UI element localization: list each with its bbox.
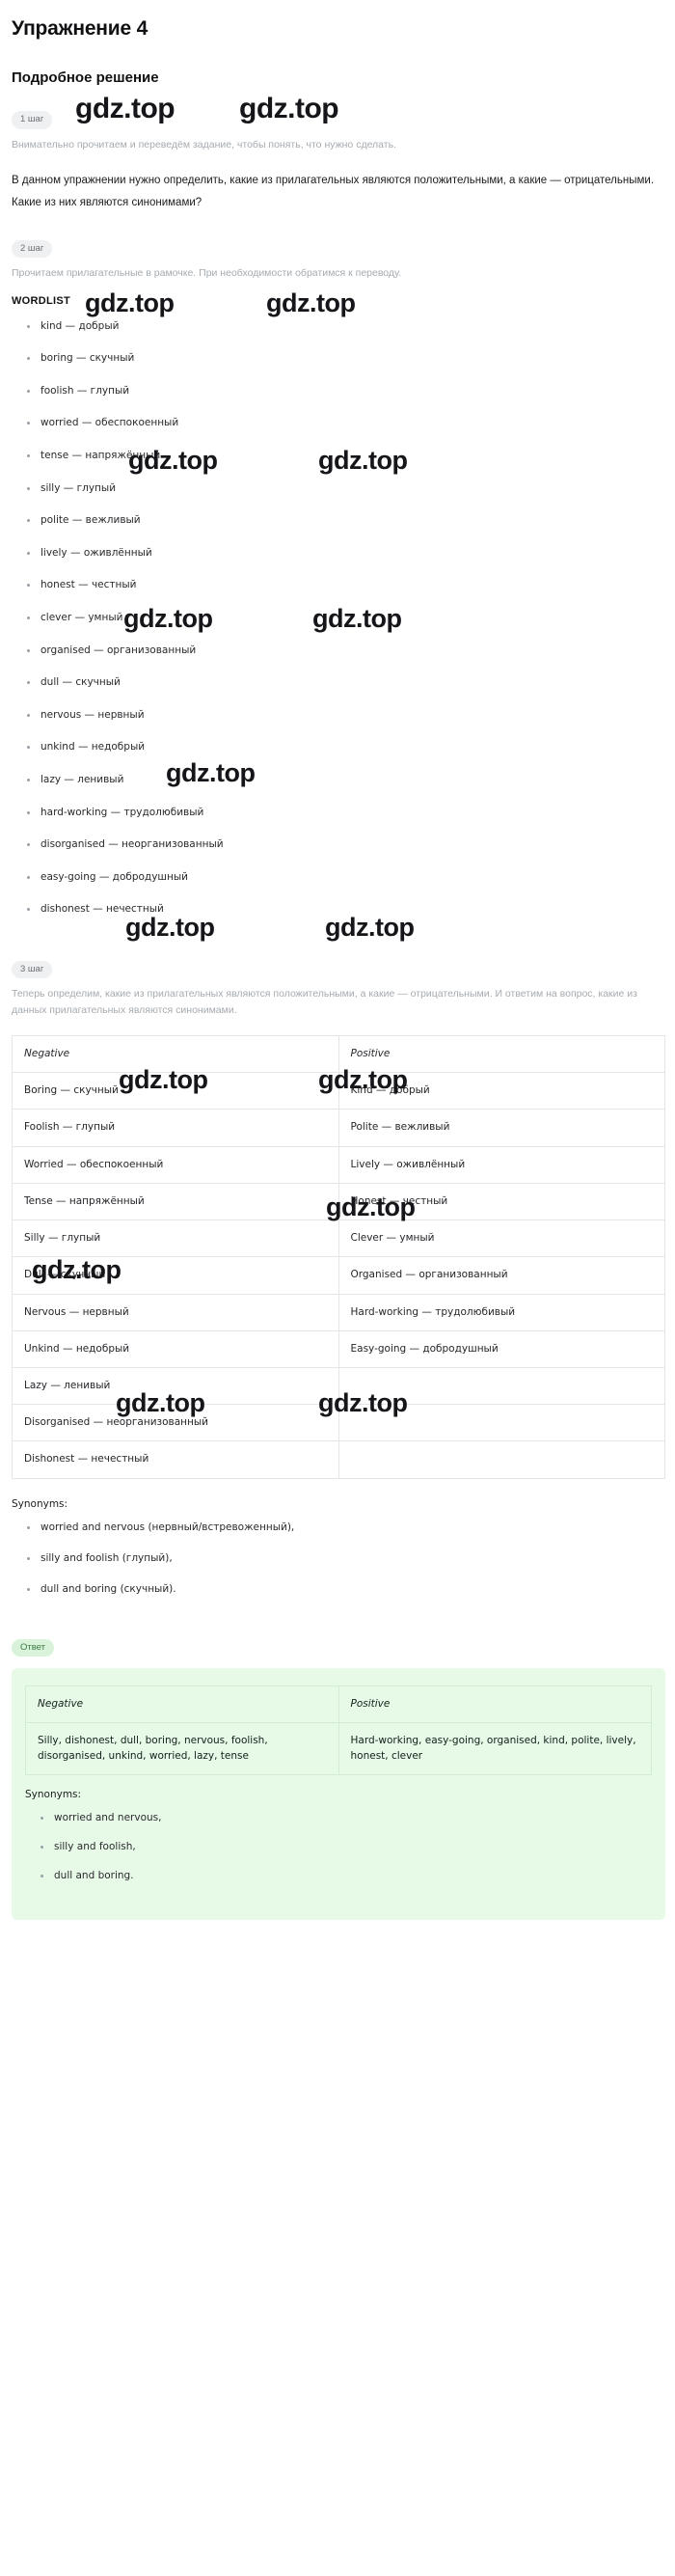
cell-negative: Disorganised — неорганизованный <box>12 1404 339 1442</box>
step-3-hint: Теперь определим, какие из прилагательны… <box>12 988 637 1016</box>
cell-negative: Worried — обеспокоенный <box>12 1145 339 1184</box>
answer-cell-negative: Silly, dishonest, dull, boring, nervous,… <box>25 1722 339 1775</box>
answer-badge: Ответ <box>12 1638 54 1658</box>
answer-table-row: Silly, dishonest, dull, boring, nervous,… <box>25 1722 652 1775</box>
wordlist-item: lazy — ленивый <box>12 774 665 786</box>
wordlist-item: foolish — глупый <box>12 385 665 397</box>
wordlist-item: polite — вежливый <box>12 514 665 527</box>
answer-cell-positive: Hard-working, easy-going, organised, kin… <box>338 1722 652 1775</box>
table-header-row: Negative Positive <box>12 1034 665 1074</box>
column-header-positive: Positive <box>338 1034 665 1074</box>
cell-positive: Polite — вежливый <box>338 1109 665 1147</box>
answer-synonym-item: silly and foolish, <box>25 1841 652 1852</box>
wordlist-item: tense — напряжённый <box>12 450 665 462</box>
wordlist-heading: WORDLIST <box>12 294 71 307</box>
cell-negative: Tense — напряжённый <box>12 1182 339 1221</box>
synonym-item: worried and nervous (нервный/встревоженн… <box>12 1521 665 1533</box>
table-row: Tense — напряжённый Honest — честный <box>12 1182 665 1221</box>
solution-heading: Подробное решение <box>12 69 159 86</box>
table-row: Disorganised — неорганизованный <box>12 1404 665 1442</box>
cell-positive: Easy-going — добродушный <box>338 1329 665 1368</box>
step-badge-3: 3 шаг <box>12 960 53 979</box>
cell-negative: Boring — скучный <box>12 1072 339 1110</box>
wordlist-item: worried — обеспокоенный <box>12 417 665 429</box>
cell-negative: Foolish — глупый <box>12 1109 339 1147</box>
table-row: Foolish — глупый Polite — вежливый <box>12 1109 665 1147</box>
cell-positive: Clever — умный <box>338 1219 665 1258</box>
step-2-hint: Прочитаем прилагательные в рамочке. При … <box>12 267 402 280</box>
wordlist-item: kind — добрый <box>12 320 665 333</box>
step-1-hint: Внимательно прочитаем и переведём задани… <box>12 138 396 151</box>
cell-negative: Silly — глупый <box>12 1219 339 1258</box>
table-row: Nervous — нервный Hard-working — трудолюб… <box>12 1293 665 1331</box>
synonyms-label: Synonyms: <box>12 1497 68 1510</box>
column-header-negative: Negative <box>12 1034 339 1074</box>
wordlist-item: lively — оживлённый <box>12 547 665 560</box>
answer-table-header-row: Negative Positive <box>25 1685 652 1724</box>
wordlist-item: disorganised — неорганизованный <box>12 838 665 851</box>
wordlist-item: boring — скучный <box>12 352 665 365</box>
cell-positive: Hard-working — трудолюбивый <box>338 1293 665 1331</box>
cell-negative: Lazy — ленивый <box>12 1366 339 1406</box>
wordlist-item: honest — честный <box>12 579 665 591</box>
cell-positive <box>338 1404 665 1442</box>
answer-block: Negative Positive Silly, dishonest, dull… <box>12 1668 665 1920</box>
cell-negative: Dull — скучный <box>12 1256 339 1295</box>
table-row: Boring — скучный Kind — добрый <box>12 1072 665 1110</box>
solution-table: Negative Positive Boring — скучный Kind —… <box>12 1034 665 1479</box>
page-title: Упражнение 4 <box>12 17 148 40</box>
answer-synonyms-label: Synonyms: <box>25 1788 82 1800</box>
wordlist-item: silly — глупый <box>12 482 665 495</box>
table-row: Worried — обеспокоенный Lively — оживлённ… <box>12 1145 665 1184</box>
bottom-spacer <box>12 1920 665 1949</box>
wordlist-item: easy-going — добродушный <box>12 871 665 884</box>
cell-negative: Nervous — нервный <box>12 1293 339 1331</box>
table-row: Dishonest — нечестный <box>12 1440 665 1479</box>
wordlist-item: clever — умный <box>12 612 665 624</box>
answer-synonyms-list: worried and nervous, silly and foolish, du… <box>25 1812 652 1881</box>
answer-column-header-positive: Positive <box>338 1685 652 1724</box>
cell-negative: Unkind — недобрый <box>12 1329 339 1368</box>
synonyms-list: worried and nervous (нервный/встревоженн… <box>12 1521 665 1595</box>
solution-page: Упражнение 4 Подробное решение 1 шаг Вни… <box>0 17 675 1949</box>
cell-positive: Honest — честный <box>338 1182 665 1221</box>
step-badge-1: 1 шаг <box>12 111 53 129</box>
step-badge-2: 2 шаг <box>12 239 53 259</box>
synonym-item: dull and boring (скучный). <box>12 1583 665 1595</box>
cell-positive: Organised — организованный <box>338 1256 665 1295</box>
answer-synonym-item: dull and boring. <box>25 1870 652 1881</box>
step-1-paragraph: В данном упражнении нужно определить, ка… <box>12 174 655 209</box>
table-row: Dull — скучный Organised — организованный <box>12 1256 665 1295</box>
wordlist-item: dull — скучный <box>12 676 665 689</box>
cell-positive <box>338 1366 665 1406</box>
wordlist-item: hard-working — трудолюбивый <box>12 807 665 819</box>
answer-synonym-item: worried and nervous, <box>25 1812 652 1823</box>
answer-section: Ответ Negative Positive Silly, dishonest… <box>12 1614 665 1920</box>
answer-column-header-negative: Negative <box>25 1685 339 1724</box>
cell-positive: Kind — добрый <box>338 1072 665 1110</box>
wordlist-item: nervous — нервный <box>12 709 665 722</box>
step-3-section: 3 шаг Теперь определим, какие из прилага… <box>12 936 665 1595</box>
cell-negative: Dishonest — нечестный <box>12 1440 339 1479</box>
synonym-item: silly and foolish (глупый), <box>12 1552 665 1564</box>
table-row: Lazy — ленивый <box>12 1366 665 1406</box>
wordlist-item: organised — организованный <box>12 644 665 657</box>
answer-table: Negative Positive Silly, dishonest, dull… <box>25 1685 652 1775</box>
table-row: Silly — глупый Clever — умный <box>12 1219 665 1258</box>
step-1-section: 1 шаг Внимательно прочитаем и переведём … <box>12 86 665 215</box>
table-row: Unkind — недобрый Easy-going — добродушны… <box>12 1329 665 1368</box>
step-2-section: 2 шаг Прочитаем прилагательные в рамочке… <box>12 215 665 916</box>
wordlist-item: unkind — недобрый <box>12 741 665 754</box>
wordlist: kind — добрый boring — скучный foolish — г… <box>12 320 665 916</box>
cell-positive: Lively — оживлённый <box>338 1145 665 1184</box>
wordlist-item: dishonest — нечестный <box>12 903 665 916</box>
cell-positive <box>338 1440 665 1479</box>
